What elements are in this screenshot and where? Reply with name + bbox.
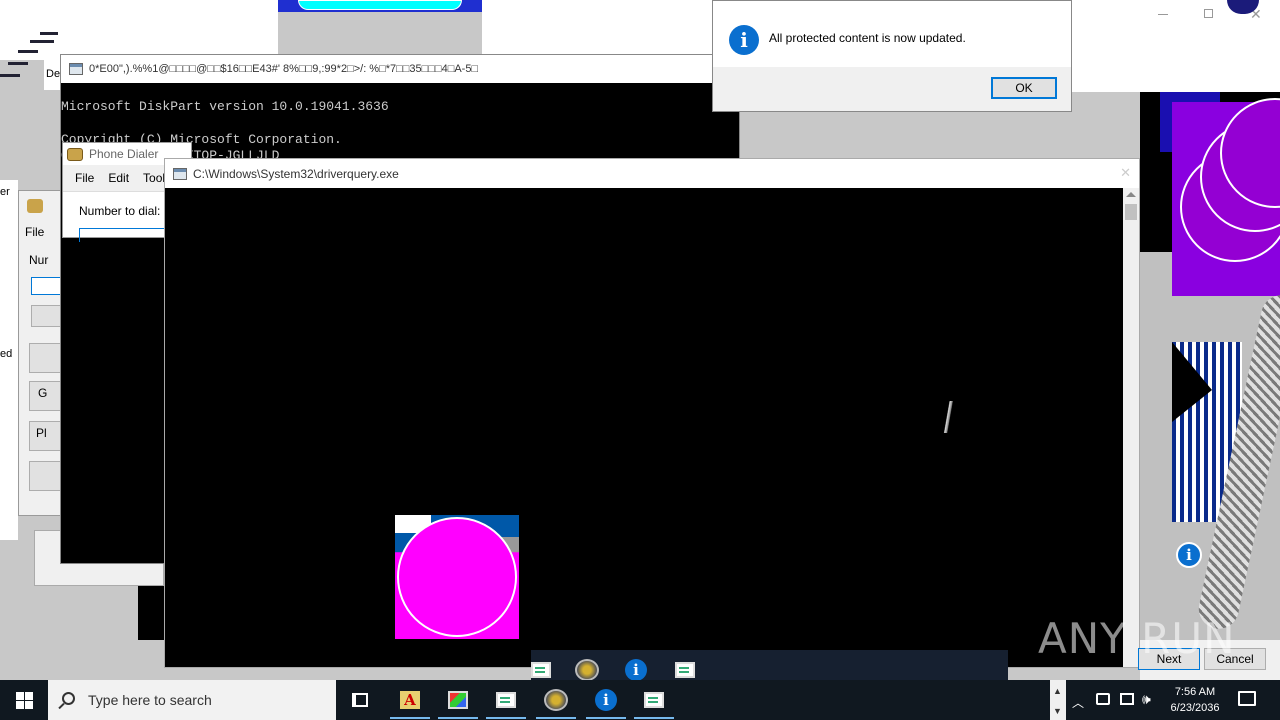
show-hidden-icons[interactable]: ︿: [1072, 694, 1084, 711]
floating-window-icon-2[interactable]: [675, 662, 695, 678]
task-view-icon[interactable]: [336, 680, 384, 720]
tray-scroll[interactable]: ▲ ▼: [1050, 680, 1066, 720]
black-fragment-bottom: [138, 586, 164, 640]
clock[interactable]: 7:56 AM 6/23/2036: [1164, 680, 1226, 720]
artifact-sliver: [943, 401, 953, 433]
tray-device-icon[interactable]: [1120, 693, 1134, 705]
magenta-circle: [397, 517, 517, 637]
desktop-artifact-white-right: ✕: [1072, 0, 1280, 92]
network-icon[interactable]: [1096, 693, 1110, 705]
floating-dialer-icon[interactable]: [575, 659, 599, 681]
diskpart-titlebar[interactable]: 0*E00",).%%1@□□□□@□□$16□□E43#' 8%□□9,:99…: [61, 55, 739, 83]
diskpart-line-1: Microsoft DiskPart version 10.0.19041.36…: [61, 99, 389, 114]
minimize-icon[interactable]: [1158, 14, 1168, 15]
watermark: ANY RUN: [1038, 614, 1236, 663]
taskbar-window-icon-1[interactable]: [482, 680, 530, 720]
taskbar-dialer-icon[interactable]: [532, 680, 580, 720]
desktop-artifact-white-strip: [482, 0, 714, 54]
scroll-up-arrow-icon[interactable]: [1126, 192, 1136, 197]
floating-info-icon[interactable]: i: [625, 659, 647, 681]
floating-window-icon-1[interactable]: [531, 662, 551, 678]
phone-dialer-back-icon: [27, 199, 43, 213]
driverquery-title: C:\Windows\System32\driverquery.exe: [193, 166, 399, 181]
tray-down-arrow-icon[interactable]: ▼: [1053, 706, 1062, 716]
windows-start-icon[interactable]: [0, 680, 48, 720]
diskpart-title: 0*E00",).%%1@□□□□@□□$16□□E43#' 8%□□9,:99…: [89, 63, 479, 75]
taskbar-paint-icon[interactable]: [434, 680, 482, 720]
phone-dialer-menubar: File Edit Tools: [63, 171, 171, 185]
driverquery-scrollbar[interactable]: [1123, 188, 1139, 667]
message-dialog: i All protected content is now updated. …: [712, 0, 1072, 112]
number-to-dial-label: Number to dial:: [79, 204, 161, 218]
taskbar-window-icon-2[interactable]: [630, 680, 678, 720]
search-box[interactable]: Type here to search: [48, 680, 336, 720]
desktop-artifact-cyan: [278, 0, 482, 12]
driverquery-titlebar[interactable]: C:\Windows\System32\driverquery.exe ✕: [165, 159, 1139, 188]
taskbar-font-app-icon[interactable]: A: [386, 680, 434, 720]
restore-icon[interactable]: [1204, 9, 1213, 18]
tray-up-arrow-icon[interactable]: ▲: [1053, 686, 1062, 696]
cmd-icon: [69, 63, 83, 75]
clock-time: 7:56 AM: [1174, 686, 1216, 698]
side-fragment-left: er ed: [0, 180, 18, 540]
scroll-thumb[interactable]: [1125, 204, 1137, 220]
message-text: All protected content is now updated.: [769, 31, 966, 45]
search-placeholder: Type here to search: [88, 692, 212, 708]
phone-dialer-title: Phone Dialer: [89, 147, 159, 161]
number-label-back: Nur: [29, 253, 49, 267]
message-body: i All protected content is now updated.: [713, 1, 1071, 67]
ok-button[interactable]: OK: [991, 77, 1057, 99]
volume-icon[interactable]: 🕪: [1142, 691, 1151, 708]
menu-file[interactable]: File: [75, 171, 94, 185]
driverquery-window: C:\Windows\System32\driverquery.exe ✕: [164, 158, 1140, 668]
artifact-magenta-block: [395, 515, 519, 639]
clock-date: 6/23/2036: [1170, 702, 1220, 714]
info-icon: i: [729, 25, 759, 55]
phone-icon: [67, 147, 83, 161]
side-text-1: er: [0, 186, 10, 198]
purple-circles-artifact: [1140, 92, 1280, 682]
menu-file-back[interactable]: File: [25, 225, 44, 239]
menu-edit[interactable]: Edit: [108, 171, 129, 185]
driverquery-close-icon[interactable]: ✕: [1120, 165, 1131, 181]
side-text-2: ed: [0, 348, 13, 360]
console-icon: [173, 167, 187, 180]
notification-icon[interactable]: [1238, 691, 1256, 706]
taskbar-info-icon[interactable]: i: [582, 680, 630, 720]
info-icon: i: [1176, 542, 1202, 568]
search-icon-handle: [58, 702, 65, 710]
